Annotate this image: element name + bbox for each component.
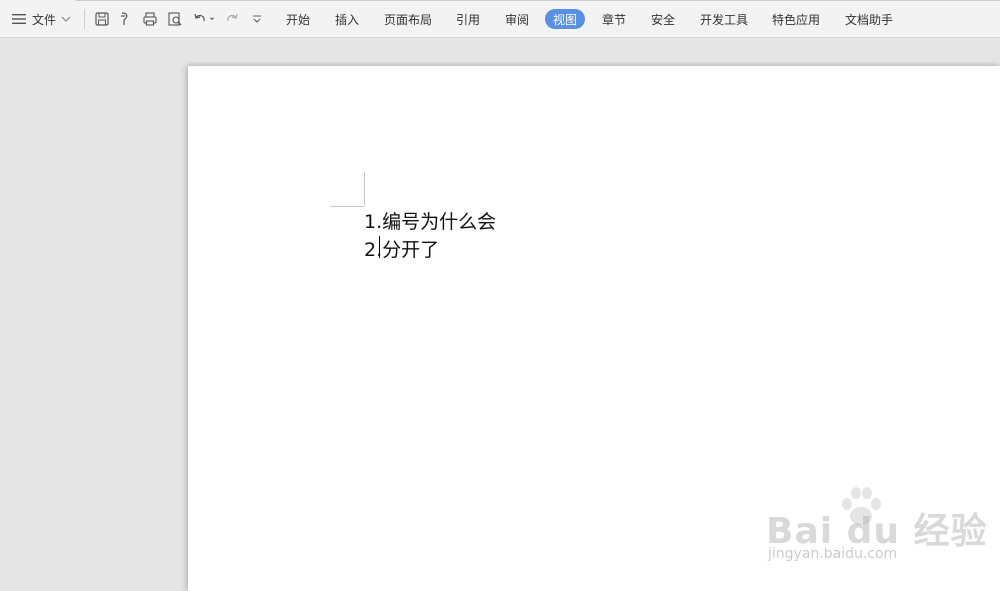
numbered-list-item[interactable]: 1.编号为什么会 — [364, 207, 496, 234]
tab-developer-tools[interactable]: 开发工具 — [700, 9, 748, 29]
tab-label: 章节 — [602, 12, 627, 27]
print-icon — [143, 12, 157, 26]
redo-icon — [227, 13, 238, 22]
print-button[interactable] — [140, 9, 160, 29]
tab-label: 视图 — [553, 12, 578, 27]
print-preview-button[interactable] — [165, 9, 185, 29]
list-number: 1. — [364, 211, 383, 233]
toolbar-separator — [84, 9, 85, 29]
tab-label: 开发工具 — [700, 12, 749, 27]
tab-review[interactable]: 审阅 — [505, 9, 529, 29]
tab-view[interactable]: 视图 — [545, 9, 586, 29]
redo-button[interactable] — [222, 9, 242, 29]
tab-label: 开始 — [286, 12, 311, 27]
tab-label: 特色应用 — [772, 12, 821, 27]
hamburger-menu-icon — [12, 14, 26, 24]
tab-label: 页面布局 — [384, 12, 433, 27]
undo-dropdown-icon — [209, 17, 215, 21]
numbered-list-item[interactable]: 2.分开了 — [364, 235, 439, 262]
chevron-down-icon — [61, 16, 71, 22]
format-painter-icon — [121, 12, 128, 25]
save-icon — [95, 12, 109, 26]
watermark-url: jingyan.baidu.com — [768, 546, 898, 562]
toolbar-top-border — [76, 0, 1000, 1]
file-menu-button[interactable]: 文件 — [10, 8, 72, 30]
tab-references[interactable]: 引用 — [456, 9, 480, 29]
tab-chapter[interactable]: 章节 — [602, 9, 626, 29]
tab-label: 审阅 — [505, 12, 530, 27]
page-margin-marker — [330, 206, 364, 207]
toolbar: 文件 开始 插入 页面布局 引用 审阅 视图 章节 安全 开发工具 特色应用 文… — [0, 0, 1000, 38]
tab-page-layout[interactable]: 页面布局 — [384, 9, 432, 29]
tab-label: 插入 — [335, 12, 360, 27]
file-menu-label: 文件 — [32, 12, 57, 27]
tab-home[interactable]: 开始 — [286, 9, 310, 29]
list-text: 编号为什么会 — [382, 211, 497, 233]
undo-dropdown-button[interactable] — [205, 9, 219, 29]
format-painter-button[interactable] — [116, 9, 136, 29]
tab-label: 安全 — [651, 12, 676, 27]
tab-label: 文档助手 — [845, 12, 894, 27]
list-text: 分开了 — [382, 239, 440, 261]
tab-security[interactable]: 安全 — [651, 9, 675, 29]
tab-special-apps[interactable]: 特色应用 — [772, 9, 820, 29]
customize-dropdown-icon — [253, 15, 261, 23]
page-margin-marker — [364, 172, 365, 206]
tab-label: 引用 — [456, 12, 481, 27]
save-button[interactable] — [92, 9, 112, 29]
print-preview-icon — [168, 12, 182, 26]
tab-document-assistant[interactable]: 文档助手 — [845, 9, 893, 29]
customize-toolbar-button[interactable] — [247, 9, 267, 29]
watermark: Bai du 经验 jingyan.baidu.com — [766, 484, 987, 574]
tab-insert[interactable]: 插入 — [335, 9, 359, 29]
text-caret — [379, 236, 380, 258]
